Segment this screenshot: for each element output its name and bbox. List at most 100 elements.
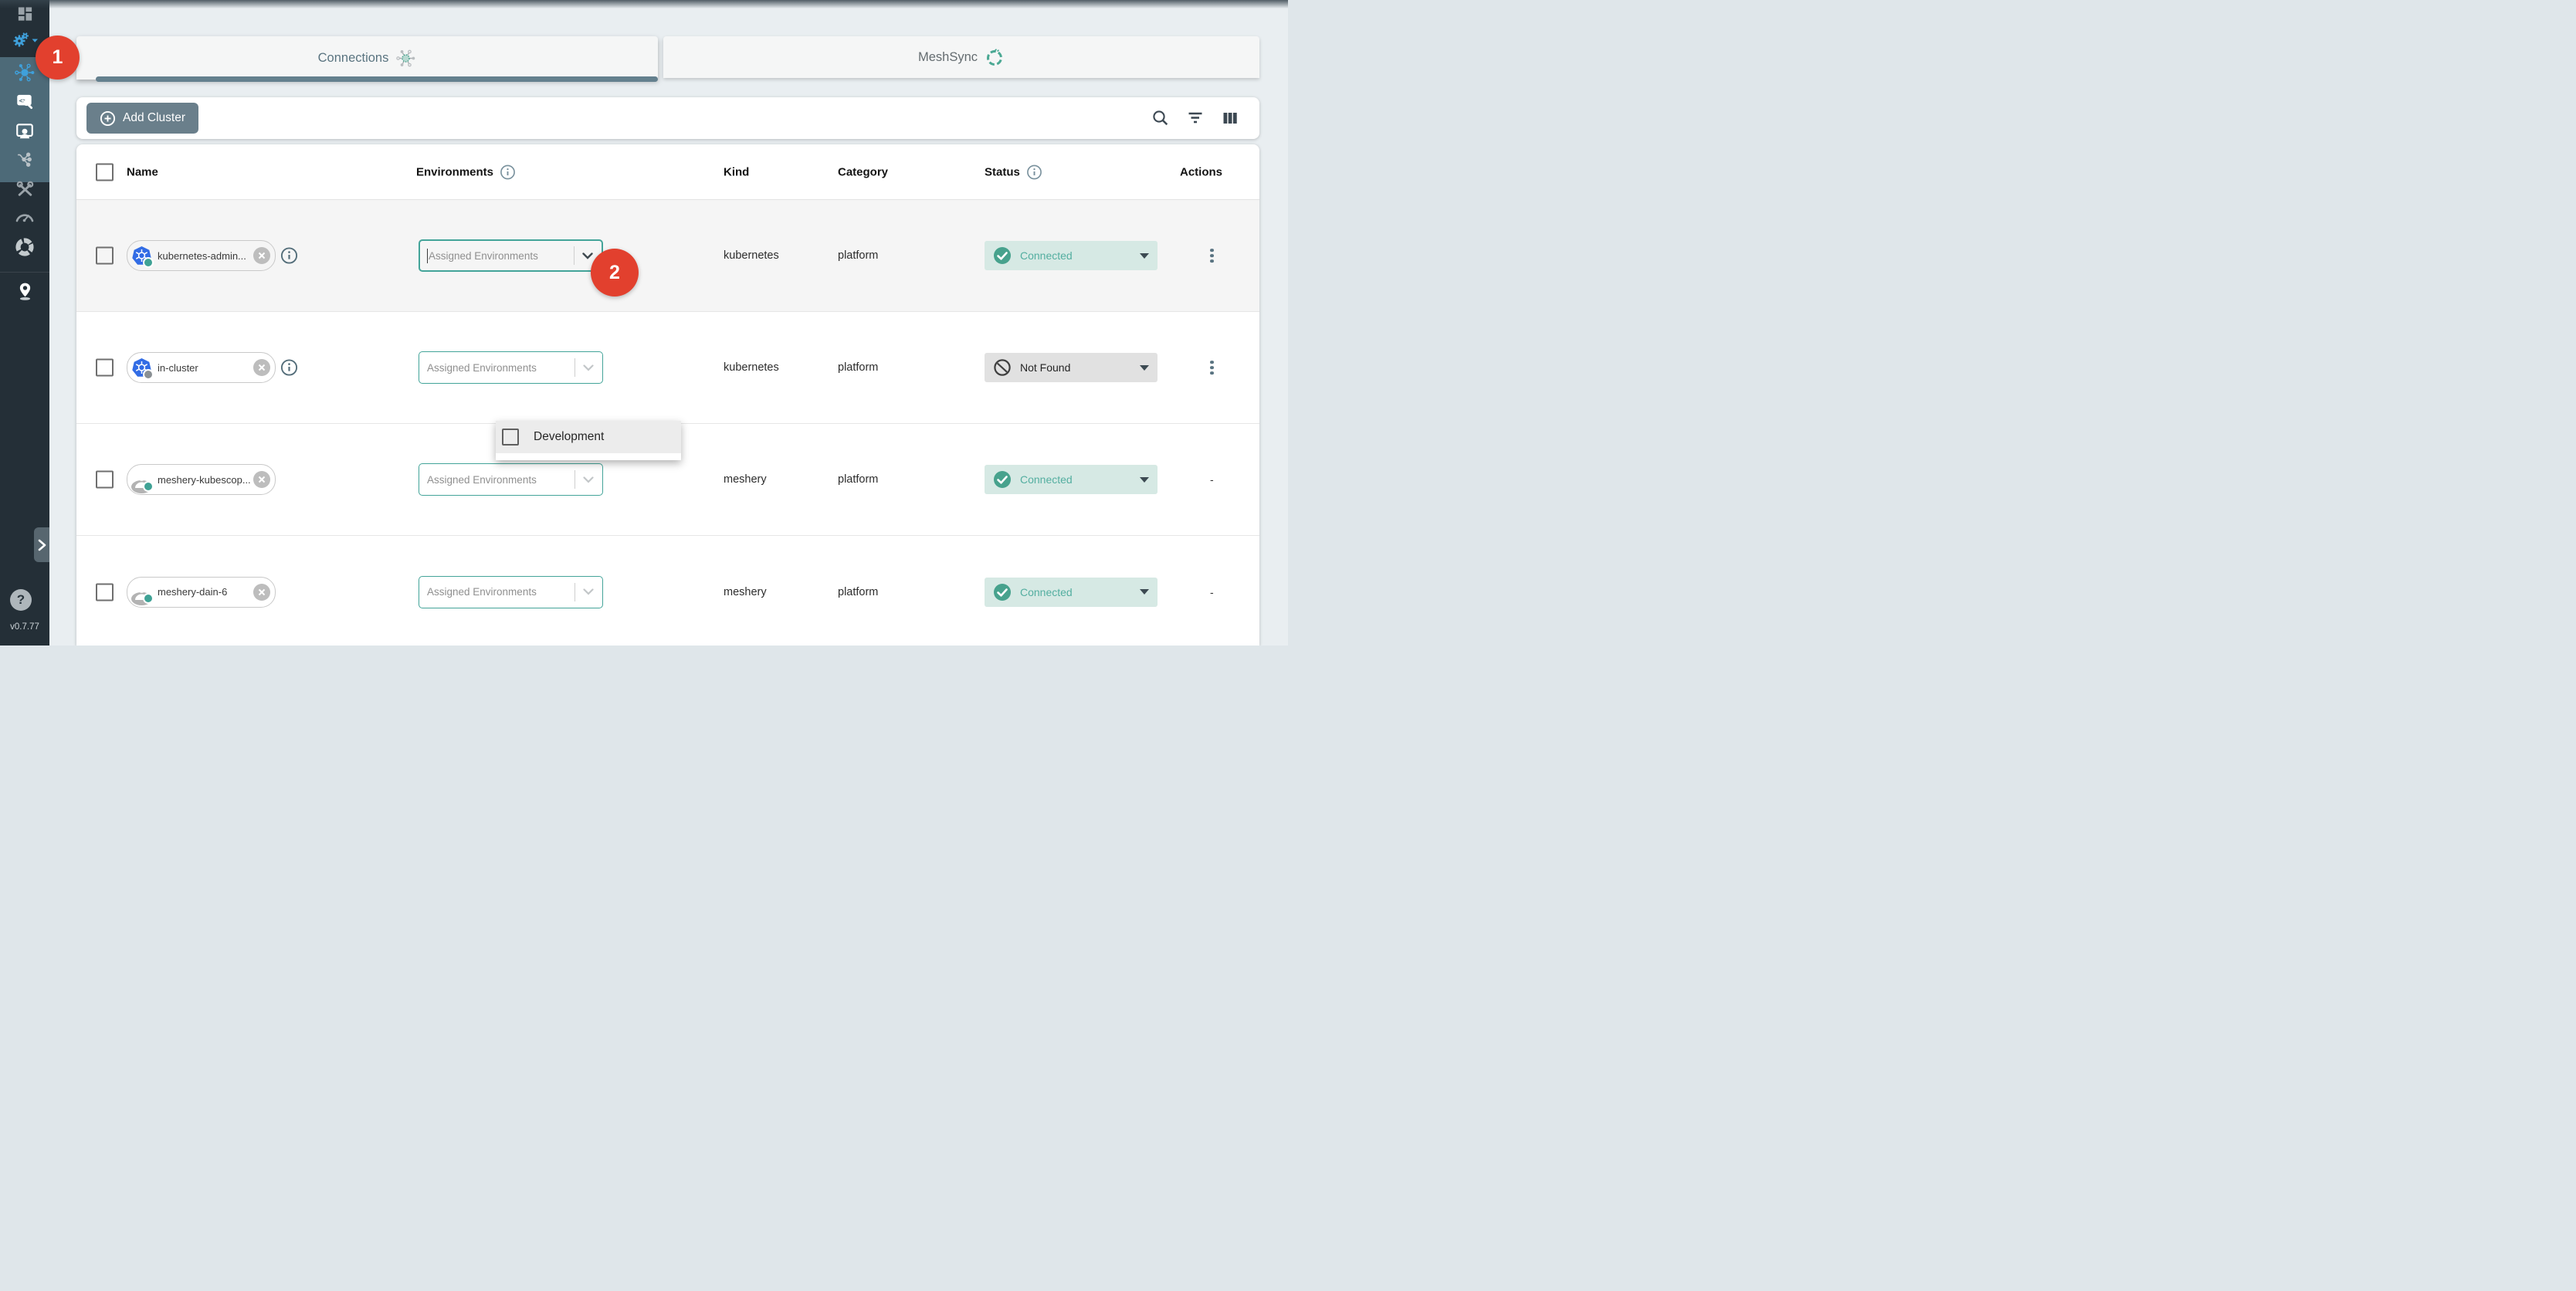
connection-name-chip[interactable]: meshery-dain-6 bbox=[127, 577, 276, 608]
caret-down-icon bbox=[1140, 365, 1149, 371]
option-checkbox[interactable] bbox=[502, 429, 519, 446]
environments-select[interactable]: Assigned Environments bbox=[419, 239, 603, 272]
add-cluster-button[interactable]: Add Cluster bbox=[86, 103, 198, 134]
environments-select[interactable]: Assigned Environments bbox=[419, 576, 603, 608]
sidebar: <> bbox=[0, 0, 49, 646]
category-cell: platform bbox=[838, 473, 878, 486]
kind-cell: meshery bbox=[724, 473, 767, 486]
table-row-kubernetes-admin: kubernetes-admin... Assigned Environment… bbox=[76, 200, 1259, 312]
column-header-environments[interactable]: Environments bbox=[416, 165, 493, 178]
table-row-meshery-dain-6: meshery-dain-6 Assigned Environments mes… bbox=[76, 536, 1259, 646]
status-label: Connected bbox=[1020, 249, 1073, 262]
kubernetes-icon bbox=[131, 246, 152, 266]
meshery-connections-page: <> bbox=[0, 0, 1288, 646]
status-dot bbox=[143, 481, 154, 492]
user-avatar-icon bbox=[131, 469, 152, 490]
sidebar-expand-button[interactable] bbox=[34, 527, 49, 562]
search-icon[interactable] bbox=[1151, 109, 1170, 127]
connection-info-icon[interactable] bbox=[280, 359, 298, 377]
annotation-marker-1: 1 bbox=[36, 36, 80, 80]
status-select[interactable]: Connected bbox=[985, 465, 1158, 494]
connection-name: in-cluster bbox=[158, 362, 253, 374]
connection-name-chip[interactable]: meshery-kubescop... bbox=[127, 464, 276, 495]
table-row-in-cluster: in-cluster Assigned Environments kuberne… bbox=[76, 312, 1259, 424]
connection-info-icon[interactable] bbox=[280, 247, 298, 265]
check-circle-icon bbox=[993, 246, 1012, 265]
meshsync-screen-icon[interactable] bbox=[0, 121, 49, 141]
row-actions-menu-icon[interactable] bbox=[1205, 356, 1219, 379]
environments-select[interactable]: Assigned Environments bbox=[419, 463, 603, 496]
performance-gauge-icon[interactable] bbox=[0, 208, 49, 224]
column-header-actions[interactable]: Actions bbox=[1180, 165, 1222, 178]
blocked-circle-icon bbox=[993, 358, 1012, 377]
view-column-icon[interactable] bbox=[1221, 109, 1239, 127]
status-label: Connected bbox=[1020, 473, 1073, 486]
filter-icon[interactable] bbox=[1186, 109, 1205, 127]
extensions-pie-icon[interactable] bbox=[0, 237, 49, 257]
dropdown-option-development[interactable]: Development bbox=[496, 421, 681, 453]
sidebar-divider bbox=[0, 272, 49, 273]
tab-connections[interactable]: Connections bbox=[76, 36, 658, 80]
chevron-down-icon[interactable] bbox=[583, 364, 594, 371]
status-select[interactable]: Connected bbox=[985, 578, 1158, 607]
status-select[interactable]: Not Found bbox=[985, 353, 1158, 382]
close-icon[interactable] bbox=[253, 359, 270, 376]
text-cursor bbox=[427, 249, 428, 263]
column-header-kind[interactable]: Kind bbox=[724, 165, 749, 178]
connection-name-chip[interactable]: in-cluster bbox=[127, 352, 276, 383]
check-circle-icon bbox=[993, 583, 1012, 601]
chevron-down-icon[interactable] bbox=[583, 588, 594, 595]
kind-cell: kubernetes bbox=[724, 249, 779, 262]
configuration-wrenches-icon[interactable] bbox=[0, 180, 49, 199]
chevron-down-icon[interactable] bbox=[582, 252, 593, 259]
row-checkbox[interactable] bbox=[96, 359, 114, 377]
row-checkbox[interactable] bbox=[96, 471, 114, 489]
column-header-name[interactable]: Name bbox=[127, 165, 158, 178]
connection-name: kubernetes-admin... bbox=[158, 250, 253, 262]
environments-select[interactable]: Assigned Environments bbox=[419, 351, 603, 384]
active-tab-indicator bbox=[96, 76, 658, 82]
environments-placeholder: Assigned Environments bbox=[427, 586, 575, 598]
check-circle-icon bbox=[993, 470, 1012, 489]
dashboard-icon[interactable] bbox=[0, 5, 49, 23]
caret-down-icon bbox=[1140, 477, 1149, 483]
column-header-status[interactable]: Status bbox=[985, 165, 1020, 178]
environments-dropdown-menu: Development bbox=[496, 421, 681, 460]
tab-meshsync[interactable]: MeshSync bbox=[663, 36, 1259, 78]
connection-name-chip[interactable]: kubernetes-admin... bbox=[127, 240, 276, 271]
meshsync-spinner-icon bbox=[985, 47, 1005, 67]
status-dot bbox=[143, 257, 154, 268]
toolbar-icons bbox=[1151, 97, 1239, 139]
row-checkbox[interactable] bbox=[96, 583, 114, 601]
environments-placeholder: Assigned Environments bbox=[427, 474, 575, 486]
annotation-marker-2: 2 bbox=[591, 249, 639, 296]
kubernetes-icon bbox=[131, 357, 152, 378]
service-graph-icon[interactable] bbox=[0, 151, 49, 170]
select-all-checkbox[interactable] bbox=[96, 163, 114, 181]
column-header-category[interactable]: Category bbox=[838, 165, 888, 178]
category-cell: platform bbox=[838, 586, 878, 598]
close-icon[interactable] bbox=[253, 584, 270, 601]
caret-down-icon bbox=[1140, 253, 1149, 259]
close-icon[interactable] bbox=[253, 471, 270, 488]
adapters-icon[interactable]: <> bbox=[0, 91, 49, 111]
row-checkbox[interactable] bbox=[96, 247, 114, 265]
status-label: Not Found bbox=[1020, 361, 1070, 374]
help-icon[interactable]: ? bbox=[10, 589, 32, 611]
row-actions-menu-icon[interactable] bbox=[1205, 244, 1219, 267]
environments-info-icon[interactable] bbox=[500, 164, 516, 180]
location-pin-icon[interactable] bbox=[0, 281, 49, 301]
close-icon[interactable] bbox=[253, 247, 270, 264]
table-toolbar: Add Cluster bbox=[76, 97, 1259, 139]
status-info-icon[interactable] bbox=[1026, 164, 1042, 180]
column-header-environments-wrap: Environments bbox=[416, 164, 516, 180]
category-cell: platform bbox=[838, 249, 878, 262]
chevron-down-icon[interactable] bbox=[583, 476, 594, 483]
status-label: Connected bbox=[1020, 586, 1073, 598]
status-select[interactable]: Connected bbox=[985, 241, 1158, 270]
version-label: v0.7.77 bbox=[0, 622, 49, 632]
row-actions-empty: - bbox=[1210, 586, 1214, 598]
category-cell: platform bbox=[838, 361, 878, 374]
caret-down-icon bbox=[1140, 589, 1149, 595]
status-dot bbox=[143, 593, 154, 604]
